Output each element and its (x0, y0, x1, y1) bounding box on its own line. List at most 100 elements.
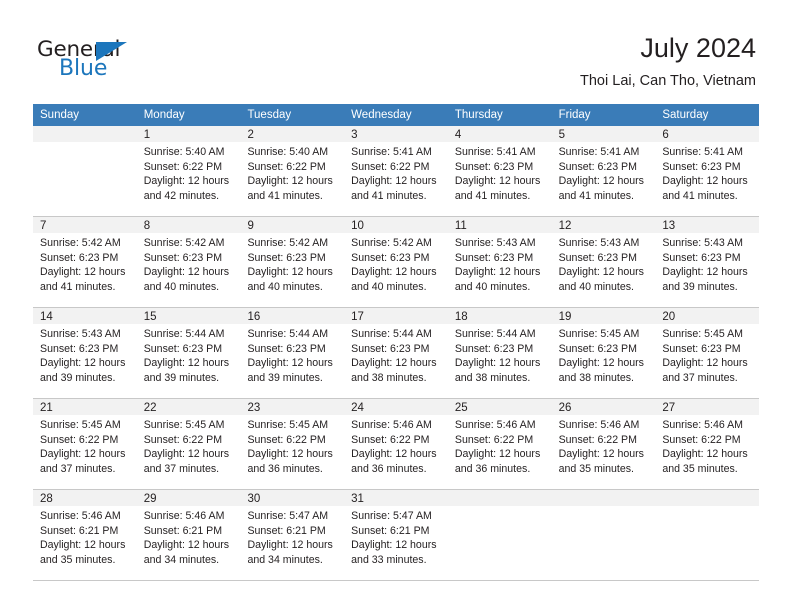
day-number-28[interactable]: 28 (33, 490, 137, 506)
day-cell-4[interactable]: Sunrise: 5:41 AM Sunset: 6:23 PM Daylight:… (448, 142, 552, 216)
day-cell-13[interactable]: Sunrise: 5:43 AM Sunset: 6:23 PM Daylight:… (655, 233, 759, 307)
day-number-5[interactable]: 5 (552, 126, 656, 142)
daylight-text-line2: and 36 minutes. (454, 462, 531, 475)
sunset-text: Sunset: 6:22 PM (247, 433, 326, 446)
day-cell-6[interactable]: Sunrise: 5:41 AM Sunset: 6:23 PM Daylight:… (655, 142, 759, 216)
day-number-empty (448, 490, 552, 506)
day-cell-27[interactable]: Sunrise: 5:46 AM Sunset: 6:22 PM Daylight:… (655, 415, 759, 489)
day-number-21[interactable]: 21 (33, 399, 137, 415)
day-number-14[interactable]: 14 (33, 308, 137, 324)
sunrise-text: Sunrise: 5:45 AM (40, 419, 121, 431)
day-number-6[interactable]: 6 (655, 126, 759, 142)
day-cell-7[interactable]: Sunrise: 5:42 AM Sunset: 6:23 PM Daylight:… (33, 233, 137, 307)
day-number-1[interactable]: 1 (137, 126, 241, 142)
daylight-text-line2: and 33 minutes. (351, 553, 427, 566)
sunrise-text: Sunrise: 5:40 AM (247, 146, 329, 158)
day-cell-10[interactable]: Sunrise: 5:42 AM Sunset: 6:23 PM Daylight:… (344, 233, 448, 307)
day-cell-18[interactable]: Sunrise: 5:44 AM Sunset: 6:23 PM Daylight:… (448, 324, 552, 398)
day-number-11[interactable]: 11 (448, 217, 552, 233)
day-cell-17[interactable]: Sunrise: 5:44 AM Sunset: 6:23 PM Daylight:… (344, 324, 448, 398)
daylight-text-line2: and 39 minutes. (143, 371, 220, 384)
day-number-31[interactable]: 31 (344, 490, 448, 506)
day-number-29[interactable]: 29 (137, 490, 241, 506)
sunrise-text: Sunrise: 5:44 AM (143, 328, 225, 340)
day-cell-26[interactable]: Sunrise: 5:46 AM Sunset: 6:22 PM Daylight:… (552, 415, 656, 489)
sunset-text: Sunset: 6:23 PM (351, 251, 430, 264)
day-cell-15[interactable]: Sunrise: 5:44 AM Sunset: 6:23 PM Daylight:… (137, 324, 241, 398)
title-block: July 2024 Thoi Lai, Can Tho, Vietnam (580, 32, 756, 92)
day-number-15[interactable]: 15 (137, 308, 241, 324)
day-number-4[interactable]: 4 (448, 126, 552, 142)
day-cell-19[interactable]: Sunrise: 5:45 AM Sunset: 6:23 PM Daylight:… (552, 324, 656, 398)
daylight-text-line1: Daylight: 12 hours (558, 448, 644, 461)
day-detail-row: Sunrise: 5:45 AM Sunset: 6:22 PM Daylight:… (33, 415, 759, 489)
day-cell-25[interactable]: Sunrise: 5:46 AM Sunset: 6:22 PM Daylight:… (448, 415, 552, 489)
day-number-18[interactable]: 18 (448, 308, 552, 324)
day-number-24[interactable]: 24 (344, 399, 448, 415)
daylight-text-line2: and 34 minutes. (143, 553, 220, 566)
day-number-19[interactable]: 19 (552, 308, 656, 324)
day-cell-1[interactable]: Sunrise: 5:40 AM Sunset: 6:22 PM Daylight:… (137, 142, 241, 216)
calendar-week-row: 14 15 16 17 18 19 20 Sunrise: 5:43 AM Sunset: 6:… (33, 308, 759, 399)
page-header: General Blue July 2024 Thoi Lai, Can Tho… (0, 0, 792, 104)
day-cell-16[interactable]: Sunrise: 5:44 AM Sunset: 6:23 PM Daylight:… (240, 324, 344, 398)
day-cell-28[interactable]: Sunrise: 5:46 AM Sunset: 6:21 PM Daylight:… (33, 506, 137, 580)
daylight-text-line2: and 41 minutes. (40, 280, 116, 293)
day-cell-24[interactable]: Sunrise: 5:46 AM Sunset: 6:22 PM Daylight:… (344, 415, 448, 489)
day-number-12[interactable]: 12 (552, 217, 656, 233)
day-number-22[interactable]: 22 (137, 399, 241, 415)
day-number-30[interactable]: 30 (240, 490, 344, 506)
day-number-3[interactable]: 3 (344, 126, 448, 142)
day-cell-5[interactable]: Sunrise: 5:41 AM Sunset: 6:23 PM Daylight:… (552, 142, 656, 216)
day-cell-29[interactable]: Sunrise: 5:46 AM Sunset: 6:21 PM Daylight:… (137, 506, 241, 580)
day-number-8[interactable]: 8 (137, 217, 241, 233)
day-number-17[interactable]: 17 (344, 308, 448, 324)
day-number-20[interactable]: 20 (655, 308, 759, 324)
daylight-text-line2: and 41 minutes. (662, 189, 738, 202)
day-cell-23[interactable]: Sunrise: 5:45 AM Sunset: 6:22 PM Daylight:… (240, 415, 344, 489)
day-cell-30[interactable]: Sunrise: 5:47 AM Sunset: 6:21 PM Daylight:… (240, 506, 344, 580)
calendar-page: General Blue July 2024 Thoi Lai, Can Tho… (0, 0, 792, 612)
daylight-text-line2: and 36 minutes. (351, 462, 427, 475)
sunset-text: Sunset: 6:22 PM (351, 433, 430, 446)
day-number-27[interactable]: 27 (655, 399, 759, 415)
sunrise-text: Sunrise: 5:42 AM (247, 237, 329, 249)
day-cell-2[interactable]: Sunrise: 5:40 AM Sunset: 6:22 PM Daylight:… (240, 142, 344, 216)
day-number-23[interactable]: 23 (240, 399, 344, 415)
weekday-header-thursday: Thursday (454, 109, 503, 121)
weekday-header-sunday: Sunday (40, 109, 80, 121)
day-number-2[interactable]: 2 (240, 126, 344, 142)
sunrise-text: Sunrise: 5:43 AM (40, 328, 121, 340)
sunrise-text: Sunrise: 5:47 AM (247, 510, 329, 522)
sunset-text: Sunset: 6:22 PM (40, 433, 119, 446)
day-number-25[interactable]: 25 (448, 399, 552, 415)
daylight-text-line2: and 40 minutes. (351, 280, 427, 293)
day-number-16[interactable]: 16 (240, 308, 344, 324)
day-cell-3[interactable]: Sunrise: 5:41 AM Sunset: 6:22 PM Daylight:… (344, 142, 448, 216)
day-cell-8[interactable]: Sunrise: 5:42 AM Sunset: 6:23 PM Daylight:… (137, 233, 241, 307)
day-cell-22[interactable]: Sunrise: 5:45 AM Sunset: 6:22 PM Daylight:… (137, 415, 241, 489)
general-blue-logo[interactable]: General Blue (37, 38, 157, 84)
day-detail-row: Sunrise: 5:42 AM Sunset: 6:23 PM Daylight:… (33, 233, 759, 307)
day-cell-21[interactable]: Sunrise: 5:45 AM Sunset: 6:22 PM Daylight:… (33, 415, 137, 489)
sunset-text: Sunset: 6:23 PM (40, 342, 119, 355)
day-number-13[interactable]: 13 (655, 217, 759, 233)
day-number-10[interactable]: 10 (344, 217, 448, 233)
daylight-text-line2: and 42 minutes. (143, 189, 220, 202)
day-cell-31[interactable]: Sunrise: 5:47 AM Sunset: 6:21 PM Daylight:… (344, 506, 448, 580)
day-cell-12[interactable]: Sunrise: 5:43 AM Sunset: 6:23 PM Daylight:… (552, 233, 656, 307)
daylight-text-line2: and 34 minutes. (247, 553, 323, 566)
daylight-text-line1: Daylight: 12 hours (454, 175, 541, 188)
day-cell-11[interactable]: Sunrise: 5:43 AM Sunset: 6:23 PM Daylight:… (448, 233, 552, 307)
day-cell-14[interactable]: Sunrise: 5:43 AM Sunset: 6:23 PM Daylight:… (33, 324, 137, 398)
day-number-7[interactable]: 7 (33, 217, 137, 233)
day-number-26[interactable]: 26 (552, 399, 656, 415)
day-detail-row: Sunrise: 5:40 AM Sunset: 6:22 PM Daylight:… (33, 142, 759, 216)
sunset-text: Sunset: 6:23 PM (351, 342, 430, 355)
day-number-9[interactable]: 9 (240, 217, 344, 233)
day-cell-20[interactable]: Sunrise: 5:45 AM Sunset: 6:23 PM Daylight:… (655, 324, 759, 398)
sunset-text: Sunset: 6:23 PM (454, 342, 534, 355)
sunrise-text: Sunrise: 5:46 AM (351, 419, 432, 431)
daylight-text-line2: and 37 minutes. (143, 462, 220, 475)
day-cell-9[interactable]: Sunrise: 5:42 AM Sunset: 6:23 PM Daylight:… (240, 233, 344, 307)
